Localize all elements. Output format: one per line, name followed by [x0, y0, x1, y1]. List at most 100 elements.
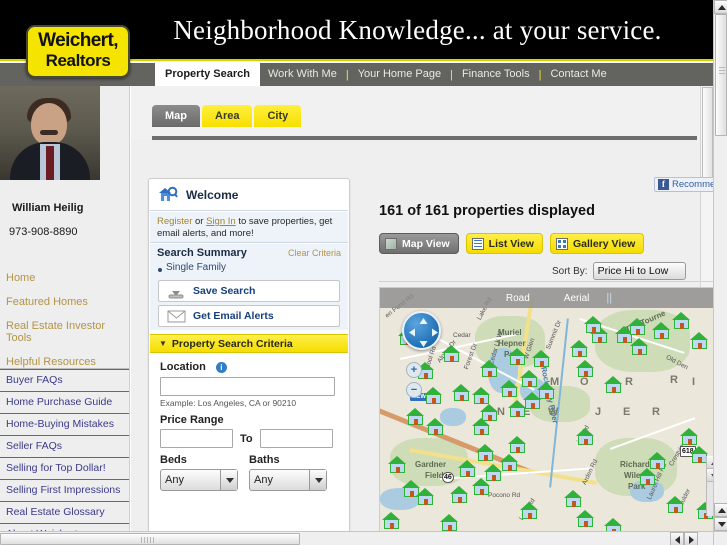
chevron-down-icon — [220, 470, 237, 490]
tab-city[interactable]: City — [254, 105, 302, 127]
scrollbar-grip — [719, 67, 725, 74]
property-pin[interactable] — [652, 322, 671, 339]
tab-area[interactable]: Area — [202, 105, 253, 127]
property-pin[interactable] — [604, 376, 623, 393]
property-pin[interactable] — [424, 387, 443, 404]
property-pin[interactable] — [440, 514, 459, 531]
scroll-up-arrow[interactable] — [714, 0, 727, 14]
resource-item-selling-top-dollar[interactable]: Selling for Top Dollar! — [0, 458, 129, 480]
property-pin[interactable] — [406, 408, 425, 425]
scroll-up-arrow-bottom[interactable] — [714, 503, 727, 517]
gallery-view-button[interactable]: Gallery View — [549, 233, 645, 254]
baths-select[interactable]: Any — [249, 469, 327, 491]
search-summary-title: Search Summary — [157, 247, 247, 259]
property-pin[interactable] — [570, 340, 589, 357]
property-pin[interactable] — [472, 418, 491, 435]
clear-criteria-link[interactable]: Clear Criteria — [288, 248, 341, 258]
property-pin[interactable] — [604, 518, 623, 531]
resource-item-buyer-faqs[interactable]: Buyer FAQs — [0, 369, 129, 392]
place-label: Hepner — [498, 339, 526, 348]
property-pin[interactable] — [690, 332, 709, 349]
resource-item-home-purchase-guide[interactable]: Home Purchase Guide — [0, 392, 129, 414]
list-view-label: List View — [488, 237, 534, 250]
save-search-button[interactable]: Save Search — [158, 280, 340, 302]
property-pin[interactable] — [416, 488, 435, 505]
scroll-left-arrow[interactable] — [670, 532, 684, 545]
property-pin[interactable] — [628, 318, 647, 335]
nav-tab-contact-me[interactable]: Contact Me — [542, 63, 614, 86]
map-letter: R — [625, 376, 633, 388]
resource-item-seller-faqs[interactable]: Seller FAQs — [0, 436, 129, 458]
nav-tab-your-home-page[interactable]: Your Home Page — [350, 63, 449, 86]
road-label: Summit Dr — [545, 319, 563, 351]
beds-select[interactable]: Any — [160, 469, 238, 491]
nav-tab-finance-tools[interactable]: Finance Tools — [454, 63, 538, 86]
property-pin[interactable] — [458, 460, 477, 477]
property-search-criteria-header[interactable]: ▼ Property Search Criteria — [150, 334, 348, 353]
sidebar-item-investor-tools[interactable]: Real Estate Investor Tools — [0, 314, 129, 350]
sidebar-item-featured-homes[interactable]: Featured Homes — [0, 290, 129, 314]
resource-item-selling-first-impressions[interactable]: Selling First Impressions — [0, 480, 129, 502]
property-pin[interactable] — [630, 338, 649, 355]
sidebar-item-home[interactable]: Home — [0, 266, 129, 290]
property-pin[interactable] — [532, 350, 551, 367]
sort-row: Sort By: Price Hi to Low — [552, 262, 686, 280]
property-pin[interactable] — [508, 348, 527, 365]
property-pin[interactable] — [520, 502, 539, 519]
resource-item-home-buying-mistakes[interactable]: Home-Buying Mistakes — [0, 414, 129, 436]
property-pin[interactable] — [576, 360, 595, 377]
map-view-button[interactable]: Map View — [379, 233, 459, 254]
search-mode-tabs: Map Area City — [152, 105, 303, 127]
info-icon[interactable]: i — [215, 361, 227, 373]
scroll-right-arrow[interactable] — [684, 532, 698, 545]
vertical-scrollbar-thumb[interactable] — [715, 14, 727, 136]
property-pin[interactable] — [508, 436, 527, 453]
scroll-down-arrow[interactable] — [714, 517, 727, 531]
resource-item-real-estate-glossary[interactable]: Real Estate Glossary — [0, 502, 129, 524]
property-pin[interactable] — [382, 512, 401, 529]
property-pin[interactable] — [452, 384, 471, 401]
window-vertical-scrollbar[interactable] — [713, 0, 727, 531]
property-pin[interactable] — [388, 456, 407, 473]
property-pin[interactable] — [564, 490, 583, 507]
map-layer-aerial[interactable]: Aerial — [564, 293, 590, 304]
property-pin[interactable] — [508, 400, 527, 417]
property-pin[interactable] — [638, 468, 657, 485]
property-pin[interactable] — [472, 387, 491, 404]
register-link[interactable]: Register — [157, 216, 192, 227]
property-pin[interactable] — [680, 428, 699, 445]
tab-map[interactable]: Map — [152, 105, 200, 127]
property-pin[interactable] — [648, 452, 667, 469]
horizontal-scrollbar-thumb[interactable] — [0, 533, 300, 545]
weichert-logo[interactable]: Weichert, Realtors — [26, 25, 130, 78]
property-pin[interactable] — [500, 380, 519, 397]
sort-by-select[interactable]: Price Hi to Low — [592, 262, 686, 280]
map-zoom-in-button[interactable]: + — [406, 362, 422, 378]
get-email-alerts-button[interactable]: Get Email Alerts — [158, 305, 340, 327]
location-input[interactable] — [160, 377, 335, 396]
property-pin[interactable] — [442, 345, 461, 362]
property-pin[interactable] — [476, 444, 495, 461]
nav-tab-work-with-me[interactable]: Work With Me — [260, 63, 345, 86]
map-zoom-out-button[interactable]: − — [406, 382, 422, 398]
property-pin[interactable] — [584, 316, 603, 333]
price-max-input[interactable] — [259, 429, 333, 448]
sign-in-link[interactable]: Sign In — [206, 216, 236, 227]
property-pin[interactable] — [576, 510, 595, 527]
property-pin[interactable] — [426, 418, 445, 435]
window-horizontal-scrollbar[interactable] — [0, 531, 713, 545]
map-container[interactable]: Rockaway River M O R R I N E W J E R Mur… — [379, 287, 720, 532]
property-pin[interactable] — [666, 496, 685, 513]
map-layer-road[interactable]: Road — [506, 293, 530, 304]
chevron-down-icon — [309, 470, 326, 490]
price-min-input[interactable] — [160, 429, 233, 448]
property-pin[interactable] — [576, 428, 595, 445]
property-pin[interactable] — [450, 486, 469, 503]
property-pin[interactable] — [672, 312, 691, 329]
nav-tab-property-search[interactable]: Property Search — [155, 63, 260, 86]
property-pin[interactable] — [484, 464, 503, 481]
property-pin[interactable] — [480, 360, 499, 377]
agent-phone[interactable]: 973-908-8890 — [9, 226, 78, 238]
map-pan-control[interactable] — [402, 311, 441, 350]
list-view-button[interactable]: List View — [465, 233, 543, 254]
